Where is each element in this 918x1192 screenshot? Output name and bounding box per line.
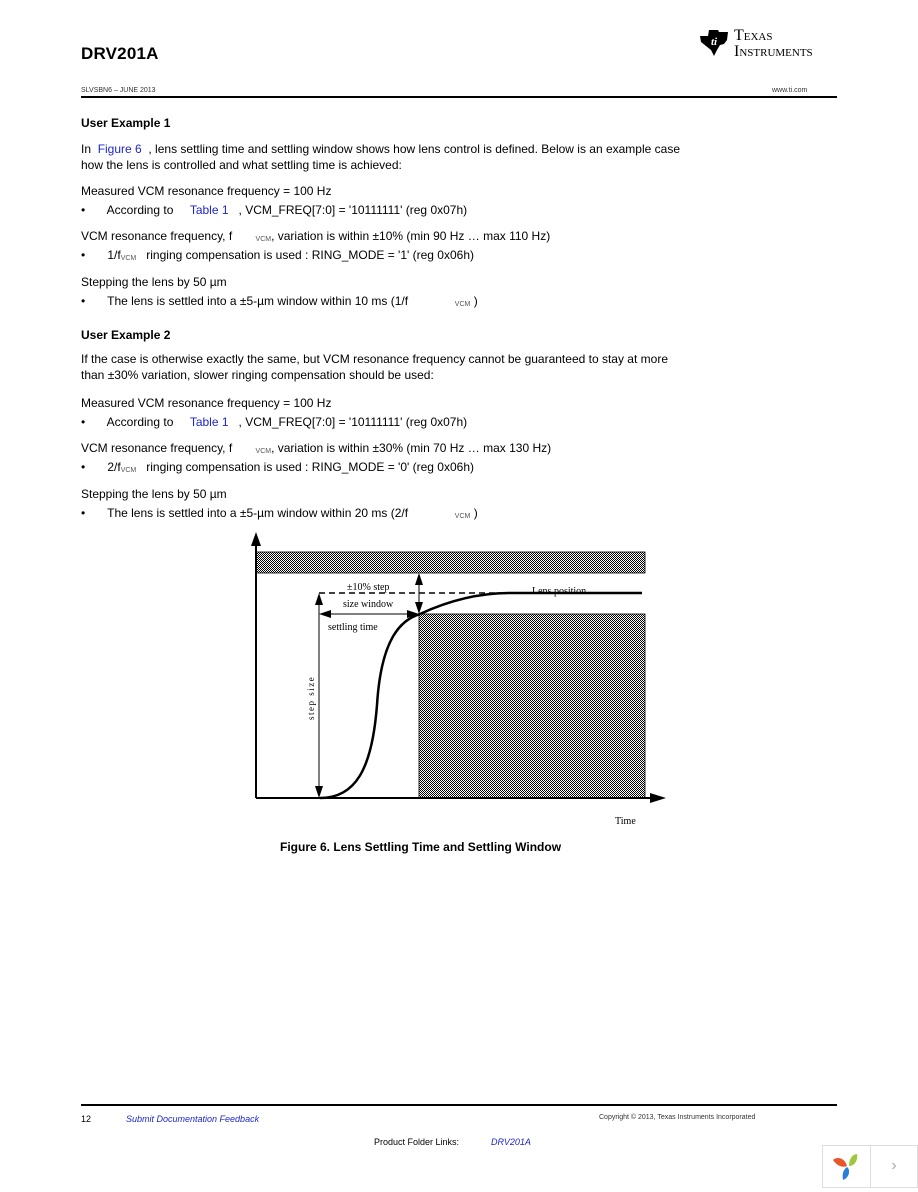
ex2-bullet-1: • According to Table 1 , VCM_FREQ[7:0] =… (81, 415, 467, 429)
ex1-intro-line1: In Figure 6 , lens settling time and set… (81, 141, 680, 157)
ex2-intro-line1: If the case is otherwise exactly the sam… (81, 352, 668, 366)
lower-hatched-region (418, 613, 646, 799)
ex2-bullet-3: • The lens is settled into a ±5-µm windo… (81, 506, 478, 520)
ex1-bullet-2: • 1/fVCM ringing compensation is used : … (81, 248, 474, 262)
ex1-bullet3-pre: The lens is settled into a ±5-µm window … (107, 294, 409, 308)
ex1-intro-post: , lens settling time and settling window… (148, 142, 680, 156)
header-divider (81, 96, 837, 98)
label-step-window-2: size window (343, 599, 394, 610)
ex1-stepping: Stepping the lens by 50 µm (81, 275, 227, 289)
step-window-arrow-up-icon (415, 573, 423, 585)
bullet-icon: • (81, 460, 86, 474)
ex2-bullet2-post: ringing compensation is used : RING_MODE… (146, 460, 474, 474)
bullet-icon: • (81, 294, 86, 308)
page-number: 12 (81, 1114, 92, 1124)
step-size-arrow-bottom-icon (315, 786, 323, 798)
table-1-link[interactable]: Table 1 (190, 415, 229, 429)
ex2-bullet-2: • 2/fVCM ringing compensation is used : … (81, 460, 474, 474)
ex2-bullet3-sub: VCM (454, 513, 471, 520)
product-folder-label: Product Folder Links: (374, 1137, 460, 1147)
next-page-button[interactable]: › (871, 1146, 917, 1187)
label-step-window-1: ±10% step (347, 582, 389, 593)
ti-logo-text: Texas Instruments (734, 28, 813, 60)
product-folder-link[interactable]: DRV201A (491, 1137, 531, 1147)
ex2-bullet2-pre: 2/f (107, 460, 121, 474)
ex1-bullet3-sub: VCM (454, 301, 471, 308)
figure-lens-settling: ±10% step size window settling time Lens… (251, 532, 666, 827)
ex1-bullet-1: • According to Table 1 , VCM_FREQ[7:0] =… (81, 203, 467, 217)
ex1-bullet2-pre: 1/f (107, 248, 121, 262)
bullet-icon: • (81, 415, 86, 429)
ex1-variation-pre: VCM resonance frequency, f (81, 229, 233, 243)
ex2-bullet3-pre: The lens is settled into a ±5-µm window … (107, 506, 409, 520)
heading-user-example-1: User Example 1 (81, 116, 171, 130)
ex1-intro-line2: how the lens is controlled and what sett… (81, 158, 402, 172)
ex2-variation: VCM resonance frequency, f VCM, variatio… (81, 440, 551, 460)
ex2-bullet2-sub: VCM (120, 467, 137, 474)
label-settling-time: settling time (328, 622, 378, 633)
step-size-arrow-top-icon (315, 593, 323, 605)
heading-user-example-2: User Example 2 (81, 328, 171, 342)
label-x-axis-time: Time (615, 816, 636, 827)
ex1-variation-sub: VCM (255, 236, 272, 243)
ti-logo: ti Texas Instruments (698, 28, 840, 62)
svg-text:ti: ti (711, 36, 718, 48)
ex2-variation-post: , variation is within ±30% (min 70 Hz … … (271, 441, 552, 455)
bullet-icon: • (81, 203, 86, 217)
document-id: SLVSBN6 – JUNE 2013 (81, 87, 156, 94)
document-title: DRV201A (81, 44, 159, 63)
upper-hatched-band (255, 551, 646, 574)
ti-logo-line2: Instruments (734, 43, 813, 60)
ex1-bullet2-post: ringing compensation is used : RING_MODE… (146, 248, 474, 262)
label-lens-position: Lens position (532, 586, 586, 597)
footer-divider (81, 1104, 837, 1106)
chevron-right-icon: › (891, 1157, 897, 1174)
bullet-icon: • (81, 506, 86, 520)
y-axis-arrow-icon (251, 532, 261, 546)
ex1-bullet1-post: , VCM_FREQ[7:0] = '10111111' (reg 0x07h) (238, 203, 468, 217)
settling-time-arrow-left-icon (319, 610, 331, 618)
ex1-variation: VCM resonance frequency, f VCM, variatio… (81, 228, 550, 248)
x-axis-arrow-icon (650, 793, 666, 803)
app-logo-icon (833, 1154, 858, 1180)
ti-logo-icon: ti (700, 30, 728, 56)
figure-caption: Figure 6. Lens Settling Time and Settlin… (280, 840, 562, 854)
ex2-bullet3-post: ) (473, 506, 478, 520)
label-step-size: step size (306, 676, 316, 720)
ex1-intro-pre: In (81, 142, 92, 156)
ex2-bullet1-pre: According to (106, 415, 174, 429)
ex2-measured: Measured VCM resonance frequency = 100 H… (81, 396, 332, 410)
ex2-variation-sub: VCM (255, 448, 272, 455)
copyright: Copyright © 2013, Texas Instruments Inco… (599, 1114, 756, 1121)
ex1-bullet1-pre: According to (106, 203, 174, 217)
app-logo-button[interactable] (823, 1146, 871, 1187)
ex1-variation-post: , variation is within ±10% (min 90 Hz … … (271, 229, 551, 243)
bullet-icon: • (81, 248, 86, 262)
table-1-link[interactable]: Table 1 (190, 203, 229, 217)
viewer-widget: › (822, 1145, 918, 1188)
figure-6-link[interactable]: Figure 6 (98, 142, 142, 156)
ex2-stepping: Stepping the lens by 50 µm (81, 487, 227, 501)
ex2-intro-line2: than ±30% variation, slower ringing comp… (81, 368, 434, 382)
ex1-bullet-3: • The lens is settled into a ±5-µm windo… (81, 294, 478, 308)
website-link[interactable]: www.ti.com (772, 87, 807, 94)
ex1-bullet2-sub: VCM (120, 255, 137, 262)
ti-logo-line1: Texas (734, 27, 773, 44)
ex2-variation-pre: VCM resonance frequency, f (81, 441, 233, 455)
ex1-bullet3-post: ) (473, 294, 478, 308)
ex2-bullet1-post: , VCM_FREQ[7:0] = '10111111' (reg 0x07h) (238, 415, 468, 429)
ex1-measured: Measured VCM resonance frequency = 100 H… (81, 184, 332, 198)
submit-feedback-link[interactable]: Submit Documentation Feedback (126, 1114, 259, 1124)
